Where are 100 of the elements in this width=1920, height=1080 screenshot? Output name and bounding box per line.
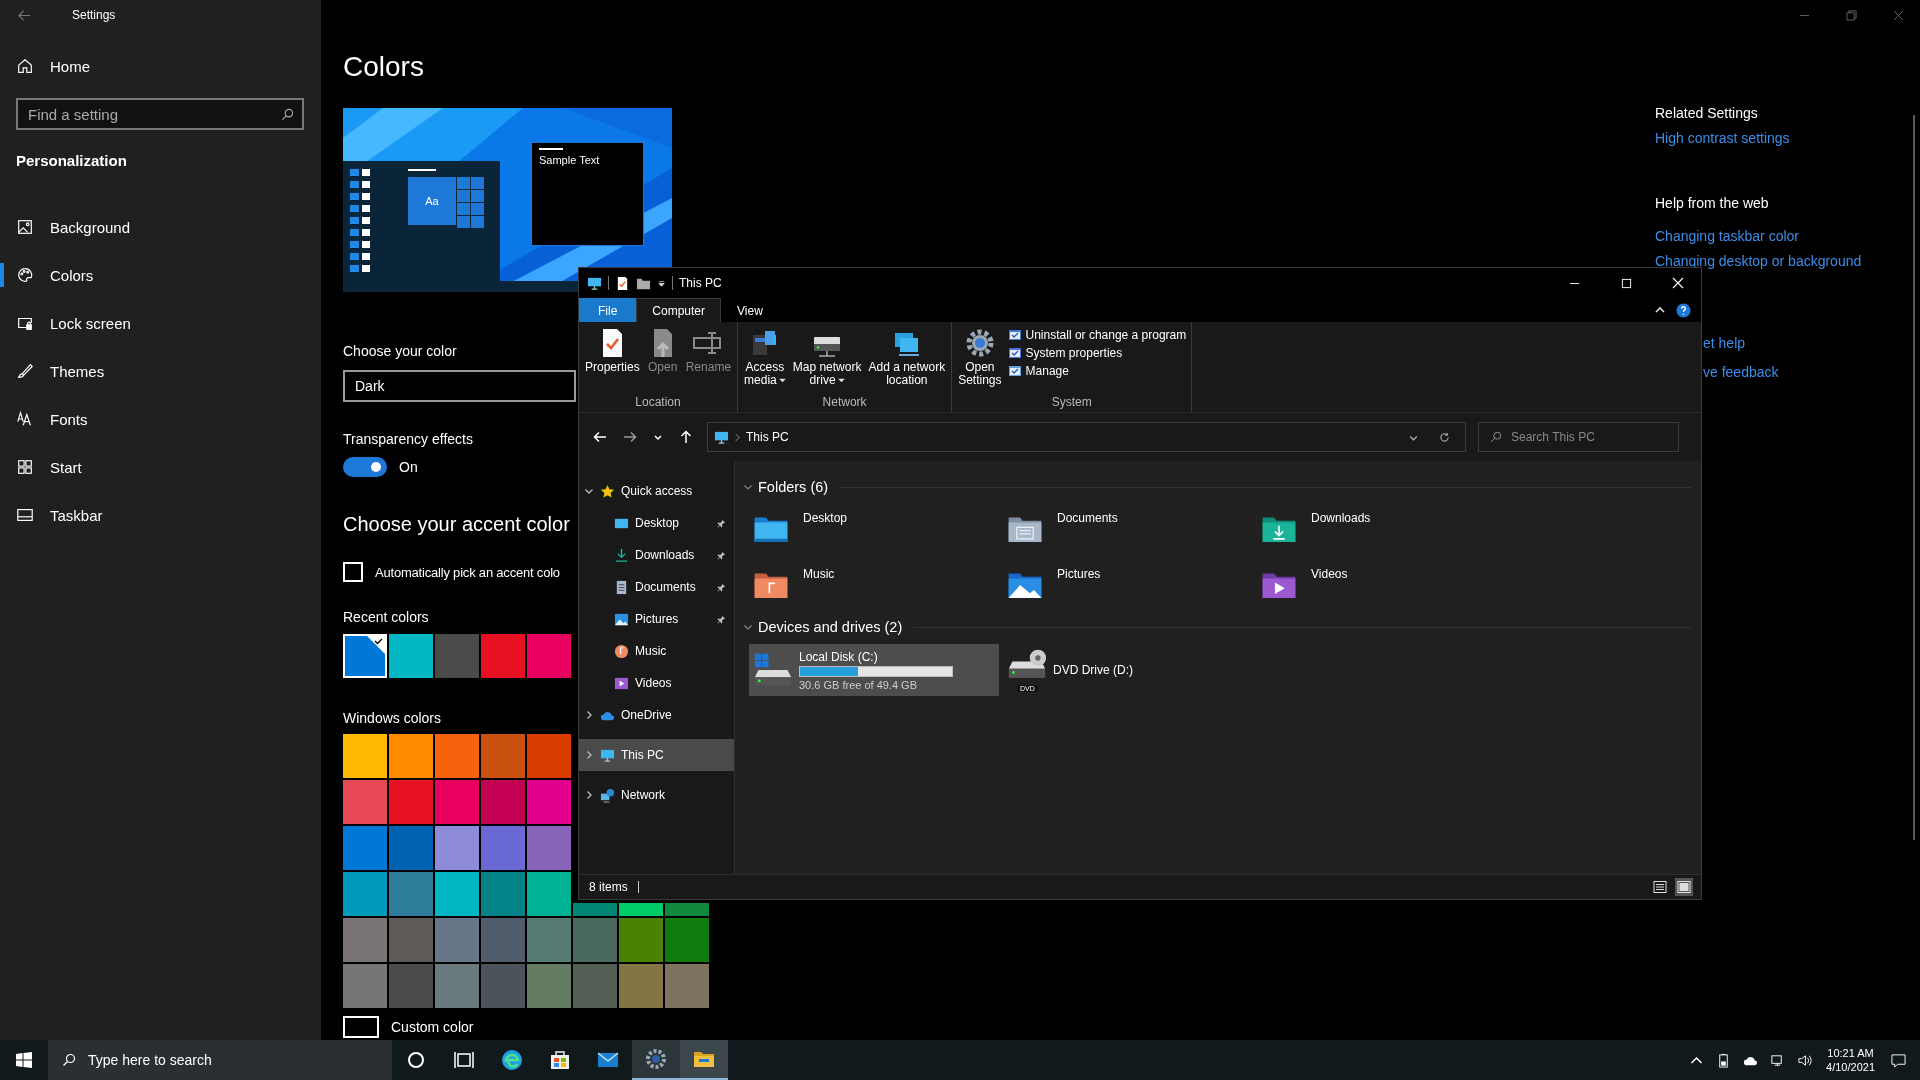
color-swatch[interactable]	[343, 826, 387, 870]
color-swatch[interactable]	[435, 826, 479, 870]
ribbon-button[interactable]: Map network drive	[789, 325, 865, 394]
ribbon-button[interactable]: System properties	[1005, 345, 1189, 361]
checklist-icon[interactable]	[615, 275, 630, 291]
ribbon-button[interactable]: Add a network location	[865, 325, 949, 394]
tree-item[interactable]: OneDrive	[579, 699, 734, 731]
color-swatch[interactable]	[389, 826, 433, 870]
link[interactable]: High contrast settings	[1655, 128, 1913, 148]
maximize-icon[interactable]	[1620, 277, 1632, 289]
caret-icon[interactable]	[657, 278, 666, 288]
color-swatch[interactable]	[527, 634, 571, 678]
search-field[interactable]: Type here to search	[48, 1040, 392, 1080]
drive-item[interactable]: Local Disk (C:) 30.6 GB free of 49.4 GB	[749, 644, 999, 696]
color-swatch[interactable]	[389, 918, 433, 962]
color-swatch[interactable]	[619, 903, 663, 916]
color-swatch[interactable]	[435, 734, 479, 778]
color-swatch[interactable]	[343, 872, 387, 916]
ribbon-tab[interactable]: Computer	[636, 298, 722, 322]
toggle-switch[interactable]	[343, 457, 387, 477]
color-swatch[interactable]	[435, 918, 479, 962]
link[interactable]: Changing taskbar color	[1655, 226, 1913, 246]
color-swatch[interactable]	[389, 964, 433, 1008]
folder-item[interactable]: Videos	[1261, 563, 1515, 609]
checkbox[interactable]	[343, 562, 363, 582]
color-swatch[interactable]	[527, 780, 571, 824]
color-swatch[interactable]	[527, 826, 571, 870]
large-icons-view-icon[interactable]	[1675, 878, 1693, 896]
ribbon-button[interactable]: Open Settings	[955, 325, 1005, 394]
tree-item[interactable]: Desktop	[579, 507, 734, 539]
folder-item[interactable]: Pictures	[1007, 563, 1261, 609]
color-swatch[interactable]	[665, 918, 709, 962]
chevron-right-icon[interactable]	[584, 710, 594, 720]
color-swatch[interactable]	[343, 780, 387, 824]
address-bar[interactable]: This PC	[707, 422, 1466, 452]
nav-item[interactable]: Fonts	[0, 395, 321, 443]
color-swatch[interactable]	[573, 964, 617, 1008]
tree-item[interactable]: Pictures	[579, 603, 734, 635]
color-swatch[interactable]	[389, 780, 433, 824]
home-link[interactable]: Home	[0, 48, 321, 84]
details-view-icon[interactable]	[1651, 878, 1669, 896]
color-swatch[interactable]	[481, 872, 525, 916]
color-swatch[interactable]	[343, 918, 387, 962]
color-swatch[interactable]	[527, 918, 571, 962]
tree-item[interactable]: Downloads	[579, 539, 734, 571]
color-swatch[interactable]	[435, 634, 479, 678]
color-swatch[interactable]	[527, 964, 571, 1008]
search-field[interactable]: Search This PC	[1478, 422, 1679, 452]
color-swatch[interactable]	[481, 780, 525, 824]
ribbon-tab[interactable]: File	[579, 298, 637, 322]
explorer-taskbar-button[interactable]	[680, 1040, 728, 1080]
tree-item[interactable]: Network	[579, 779, 734, 811]
breadcrumb[interactable]: This PC	[746, 430, 789, 444]
group-header[interactable]: Devices and drives (2)	[743, 619, 903, 635]
chevron-down-icon[interactable]	[584, 486, 594, 496]
color-swatch[interactable]	[389, 734, 433, 778]
ribbon-button[interactable]: Uninstall or change a program	[1005, 327, 1189, 343]
custom-color-swatch[interactable]	[343, 1016, 379, 1038]
color-swatch[interactable]	[527, 734, 571, 778]
color-swatch[interactable]	[481, 634, 525, 678]
nav-item[interactable]: Background	[0, 203, 321, 251]
color-mode-dropdown[interactable]: Dark	[343, 370, 576, 402]
color-swatch[interactable]	[343, 964, 387, 1008]
nav-item[interactable]: Taskbar	[0, 491, 321, 539]
color-swatch[interactable]	[665, 903, 709, 916]
tree-item[interactable]: Videos	[579, 667, 734, 699]
folder-item[interactable]: Documents	[1007, 507, 1261, 553]
color-swatch[interactable]	[343, 634, 387, 678]
folder-item[interactable]: Desktop	[753, 507, 1007, 553]
scrollbar[interactable]	[1913, 115, 1915, 840]
chevron-right-icon[interactable]	[584, 750, 594, 760]
color-swatch[interactable]	[527, 872, 571, 916]
color-swatch[interactable]	[619, 964, 663, 1008]
restore-icon[interactable]	[1846, 9, 1857, 21]
color-swatch[interactable]	[619, 918, 663, 962]
color-swatch[interactable]	[389, 634, 433, 678]
ribbon-button[interactable]: Manage	[1005, 363, 1189, 379]
link[interactable]: ve feedback	[1703, 362, 1913, 382]
color-swatch[interactable]	[389, 872, 433, 916]
color-swatch[interactable]	[435, 780, 479, 824]
color-swatch[interactable]	[573, 903, 617, 916]
color-swatch[interactable]	[435, 964, 479, 1008]
link[interactable]: Changing desktop or background	[1655, 251, 1913, 271]
tree-item[interactable]: Quick access	[579, 475, 734, 507]
settings-taskbar-button[interactable]	[632, 1040, 680, 1080]
color-swatch[interactable]	[481, 918, 525, 962]
search-field[interactable]: Find a setting	[16, 98, 304, 130]
ribbon-button[interactable]: Properties	[582, 325, 643, 394]
color-swatch[interactable]	[665, 964, 709, 1008]
folder-item[interactable]: Music	[753, 563, 1007, 609]
group-header[interactable]: Folders (6)	[743, 479, 829, 495]
color-swatch[interactable]	[343, 734, 387, 778]
tree-item[interactable]: This PC	[579, 739, 734, 771]
folder-item[interactable]: Downloads	[1261, 507, 1515, 553]
link[interactable]: et help	[1703, 333, 1913, 353]
nav-item[interactable]: Lock screen	[0, 299, 321, 347]
color-swatch[interactable]	[481, 826, 525, 870]
ribbon-tab[interactable]: View	[721, 298, 779, 322]
ribbon-button[interactable]: Access media	[741, 325, 789, 394]
color-swatch[interactable]	[481, 964, 525, 1008]
